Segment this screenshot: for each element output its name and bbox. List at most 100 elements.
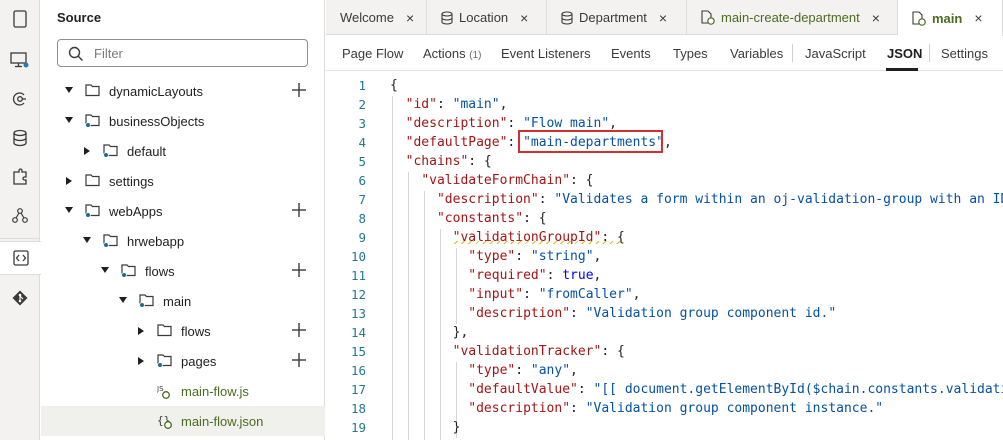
line-number: 1 [358,78,366,93]
add-icon[interactable] [291,352,307,371]
json-code-editor[interactable]: 1 2 3 4 5 6 7 8 9 10 11 12 13 14 15 16 17 18 19 { "id": "m… [326,72,1003,440]
tab-javascript[interactable]: JavaScript [805,46,866,61]
chevron-right-icon[interactable] [138,327,144,335]
chevron-down-icon[interactable] [119,297,127,303]
services-icon[interactable] [0,82,40,116]
chevron-down-icon[interactable] [65,117,73,123]
tree-item-label: default [127,144,167,159]
code-line: "validationGroupId": { [452,230,625,245]
chevron-down-icon[interactable] [65,87,73,93]
code-line: { [390,78,398,93]
tab-main-create-department[interactable]: main-create-department × [687,0,898,35]
line-number: 10 [350,249,366,264]
add-icon[interactable] [291,82,307,101]
tree-item-label: dynamicLayouts [109,84,203,99]
tab-page-flow[interactable]: Page Flow [342,46,403,61]
code-line: "defaultValue": "[[ document.getElementB… [468,382,1003,397]
folder-icon [139,293,155,310]
line-number: 5 [358,154,366,169]
processes-icon[interactable] [0,199,40,233]
tab-location[interactable]: Location × [427,0,547,35]
tab-actions[interactable]: Actions (1) [423,46,482,61]
tree-item-label: main-flow.json [181,414,264,429]
activity-bar [0,0,41,440]
chevron-down-icon[interactable] [65,207,73,213]
tree-item[interactable]: pages [41,346,325,376]
line-number: 3 [358,116,366,131]
tab-json[interactable]: JSON [887,46,922,61]
folder-icon [103,143,119,160]
close-icon[interactable]: × [406,10,414,26]
tab-variables[interactable]: Variables [730,46,783,61]
tree-item[interactable]: webApps [41,196,325,226]
components-icon[interactable] [0,160,40,194]
tree-item[interactable]: JS main-flow.js [41,376,325,406]
tree-item[interactable]: settings [41,166,325,196]
tree-item[interactable]: flows [41,256,325,286]
line-number: 17 [350,382,366,397]
line-number: 13 [350,306,366,321]
flow-file-icon [701,10,715,25]
tab-welcome[interactable]: Welcome × [326,0,427,35]
json-file-icon: {} [157,412,175,433]
git-icon[interactable] [0,281,40,315]
add-icon[interactable] [291,262,307,281]
code-line: "description": "Validates a form within … [436,192,1003,207]
business-objects-icon[interactable] [0,121,40,155]
chevron-down-icon[interactable] [83,237,91,243]
tab-types[interactable]: Types [673,46,708,61]
line-number: 6 [358,173,366,188]
device-icon[interactable] [0,2,40,36]
chevron-down-icon[interactable] [101,267,109,273]
code-line: }, [452,325,469,340]
tab-events[interactable]: Events [611,46,651,61]
add-icon[interactable] [291,202,307,221]
close-icon[interactable]: × [520,10,528,26]
line-number: 8 [358,211,366,226]
close-icon[interactable]: × [659,10,667,26]
code-line: "input": "fromCaller", [468,287,641,302]
tab-event-listeners[interactable]: Event Listeners [501,46,591,61]
tree-item[interactable]: dynamicLayouts [41,76,325,106]
chevron-right-icon[interactable] [84,147,90,155]
folder-icon [103,233,119,250]
line-number: 19 [350,420,366,435]
active-tab-indicator [886,68,918,71]
folder-icon [85,113,101,130]
tab-label: Welcome [340,10,394,25]
code-line: "validationTracker": { [452,344,625,359]
tree-item[interactable]: flows [41,316,325,346]
filter-input[interactable] [92,44,292,62]
source-icon[interactable] [0,241,41,275]
filter-field[interactable] [57,39,308,67]
line-number: 2 [358,97,366,112]
chevron-right-icon[interactable] [138,357,144,365]
tree-item[interactable]: {} main-flow.json [41,406,325,436]
code-line: "validateFormChain": { [421,173,594,188]
tab-settings[interactable]: Settings [941,46,988,61]
chevron-right-icon[interactable] [66,177,72,185]
line-number: 18 [350,401,366,416]
tree-item[interactable]: businessObjects [41,106,325,136]
close-icon[interactable]: × [872,10,880,26]
tab-label: main-create-department [721,10,860,25]
code-line: "type": "string", [468,249,602,264]
tree-item-label: hrwebapp [127,234,185,249]
tree-item[interactable]: default [41,136,325,166]
web-app-icon[interactable] [0,43,40,77]
tab-label: main [932,10,963,26]
line-number: 15 [350,344,366,359]
highlight-box [518,130,663,153]
code-line: } [452,420,461,435]
tree-item-label: webApps [109,204,163,219]
folder-icon [85,173,101,190]
tree-item[interactable]: hrwebapp [41,226,325,256]
tab-main[interactable]: main × [898,0,1003,36]
js-file-icon: JS [156,382,173,403]
folder-icon [157,323,173,340]
tab-department[interactable]: Department × [547,0,687,35]
tree-item[interactable]: main [41,286,325,316]
add-icon[interactable] [291,322,307,341]
database-icon [441,10,453,25]
close-icon[interactable]: × [974,10,982,26]
